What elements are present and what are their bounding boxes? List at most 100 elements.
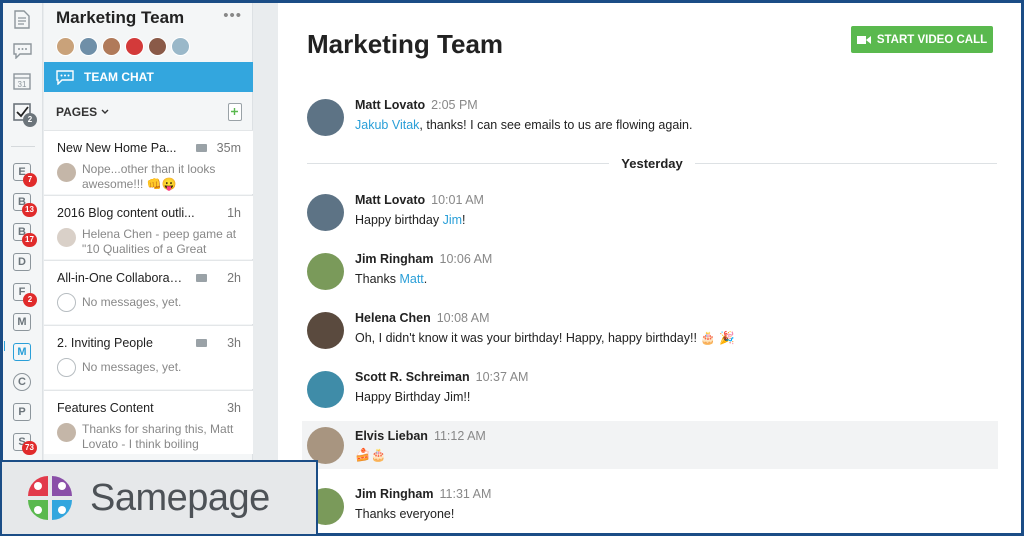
space-m-active[interactable]: M: [13, 343, 31, 361]
chat-title: Marketing Team: [307, 29, 504, 59]
svg-text:31: 31: [18, 80, 27, 89]
page-title: All-in-One Collaborati...: [57, 271, 185, 285]
chat-message: Matt Lovato 2:05 PM Jakub Vitak, thanks! …: [307, 95, 997, 150]
member-avatar[interactable]: [56, 37, 75, 56]
page-list-item[interactable]: 2016 Blog content outli... 1h Helena Che…: [44, 195, 253, 259]
space-b-2-badge: 17: [22, 233, 37, 247]
message-time: 11:31 AM: [439, 487, 492, 501]
avatar[interactable]: [307, 371, 344, 408]
chat-bubble-icon[interactable]: [12, 41, 32, 61]
mention-link[interactable]: Jakub Vitak: [355, 118, 419, 132]
message-text: Happy Birthday Jim!!: [355, 390, 471, 404]
mention-link[interactable]: Matt: [399, 272, 423, 286]
document-icon[interactable]: [12, 9, 32, 29]
member-avatar[interactable]: [79, 37, 98, 56]
message-time: 11:12 AM: [433, 429, 486, 443]
avatar: [57, 163, 76, 182]
start-video-call-button[interactable]: START VIDEO CALL: [851, 26, 993, 53]
space-rail: 31 2 E 7 B 13 B 17 D F 2 M M C P S 73: [3, 3, 43, 533]
page-list-item[interactable]: Features Content 3h Thanks for sharing t…: [44, 390, 253, 454]
member-avatar[interactable]: [102, 37, 121, 56]
folder-icon: [196, 339, 207, 347]
chat-message-highlighted: Elvis Lieban 11:12 AM 🍰🎂: [302, 421, 998, 469]
space-p[interactable]: P: [13, 403, 31, 421]
page-list-item[interactable]: 2. Inviting People 3h No messages, yet.: [44, 325, 253, 389]
space-b-1-badge: 13: [22, 203, 37, 217]
message-author: Elvis Lieban 11:12 AM: [355, 429, 486, 443]
message-time: 10:06 AM: [439, 252, 493, 266]
message-text: Thanks Matt.: [355, 272, 428, 286]
team-chat-panel: Marketing Team START VIDEO CALL Matt Lov…: [278, 3, 1021, 533]
message-text: Oh, I didn't know it was your birthday! …: [355, 331, 735, 345]
avatar[interactable]: [307, 99, 344, 136]
avatar[interactable]: [307, 194, 344, 231]
team-chat-tab[interactable]: TEAM CHAT: [44, 62, 253, 92]
space-m-1[interactable]: M: [13, 313, 31, 331]
chat-message: Scott R. Schreiman 10:37 AM Happy Birthda…: [307, 367, 997, 422]
samepage-logo-icon: [28, 476, 72, 520]
page-title: New New Home Pa...: [57, 141, 177, 155]
page-time: 3h: [227, 336, 241, 350]
message-time: 2:05 PM: [431, 98, 478, 112]
avatar: [57, 228, 76, 247]
space-e-badge: 7: [23, 173, 37, 187]
space-d[interactable]: D: [13, 253, 31, 271]
page-preview: Nope...other than it looks awesome!!! 👊😛: [82, 162, 216, 191]
folder-icon: [196, 144, 207, 152]
avatar: [57, 423, 76, 442]
start-video-call-label: START VIDEO CALL: [876, 33, 988, 46]
date-divider: Yesterday: [307, 155, 997, 171]
page-time: 35m: [216, 141, 241, 155]
add-page-icon[interactable]: [228, 103, 242, 121]
space-c[interactable]: C: [13, 373, 31, 391]
mention-link[interactable]: Jim: [443, 213, 462, 227]
message-author: Helena Chen 10:08 AM: [355, 311, 490, 325]
message-time: 10:37 AM: [475, 370, 529, 384]
message-author: Jim Ringham 11:31 AM: [355, 487, 492, 501]
member-avatar[interactable]: [171, 37, 190, 56]
message-author: Jim Ringham 10:06 AM: [355, 252, 493, 266]
video-camera-icon: [856, 35, 871, 44]
member-avatar[interactable]: [125, 37, 144, 56]
avatar[interactable]: [307, 427, 344, 464]
message-text: Thanks everyone!: [355, 507, 455, 521]
chat-message: Matt Lovato 10:01 AM Happy birthday Jim!: [307, 190, 997, 245]
avatar-placeholder: [57, 358, 76, 377]
chat-message: Helena Chen 10:08 AM Oh, I didn't know it…: [307, 308, 997, 363]
team-members: [56, 37, 190, 56]
page-title: 2. Inviting People: [57, 336, 153, 350]
date-divider-label: Yesterday: [621, 155, 683, 171]
chat-bubble-icon: [56, 69, 74, 85]
team-menu-icon[interactable]: •••: [223, 7, 242, 24]
tasks-check-icon[interactable]: 2: [12, 102, 37, 127]
samepage-logo-banner: Samepage: [0, 460, 318, 536]
message-time: 10:01 AM: [431, 193, 484, 207]
page-preview: Helena Chen - peep game at "10 Qualities…: [82, 227, 237, 256]
avatar[interactable]: [307, 253, 344, 290]
team-pages-panel: Marketing Team ••• TEAM CHAT PAGES New N…: [44, 3, 253, 533]
page-preview: Thanks for sharing this, Matt Lovato - I…: [82, 422, 234, 451]
page-time: 3h: [227, 401, 241, 415]
message-text: 🍰🎂: [355, 448, 387, 462]
message-text: Jakub Vitak, thanks! I can see emails to…: [355, 118, 693, 132]
space-f-badge: 2: [23, 293, 37, 307]
avatar[interactable]: [307, 312, 344, 349]
message-author: Matt Lovato 2:05 PM: [355, 98, 478, 112]
rail-divider: [11, 146, 35, 147]
page-list-item[interactable]: New New Home Pa... 35m Nope...other than…: [44, 130, 253, 194]
avatar-placeholder: [57, 293, 76, 312]
page-title: 2016 Blog content outli...: [57, 206, 195, 220]
page-list-item[interactable]: All-in-One Collaborati... 2h No messages…: [44, 260, 253, 324]
chat-message: Jim Ringham 11:31 AM Thanks everyone!: [307, 484, 997, 533]
member-avatar[interactable]: [148, 37, 167, 56]
calendar-icon[interactable]: 31: [12, 71, 32, 91]
message-text: Happy birthday Jim!: [355, 213, 466, 227]
brand-name: Samepage: [90, 476, 270, 519]
page-time: 2h: [227, 271, 241, 285]
page-time: 1h: [227, 206, 241, 220]
pages-dropdown[interactable]: PAGES: [56, 105, 109, 119]
active-space-indicator: [4, 341, 10, 351]
message-author: Matt Lovato 10:01 AM: [355, 193, 484, 207]
message-author: Scott R. Schreiman 10:37 AM: [355, 370, 529, 384]
tasks-badge: 2: [23, 113, 37, 127]
